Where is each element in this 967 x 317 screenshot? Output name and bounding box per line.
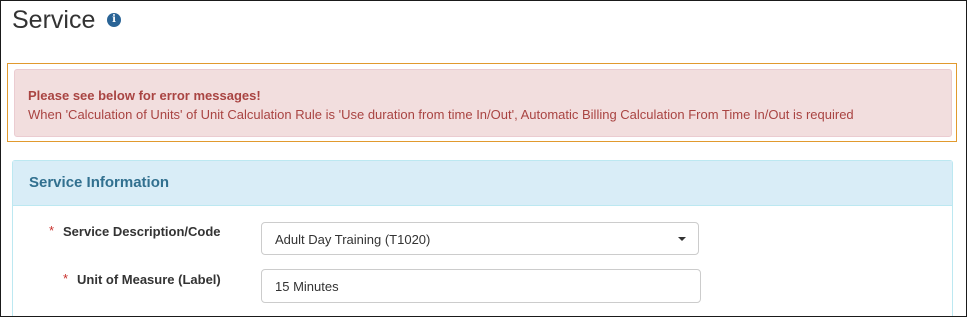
- page-frame: Service i Please see below for error mes…: [0, 0, 967, 317]
- chevron-down-icon: [678, 237, 686, 241]
- unit-of-measure-input[interactable]: [261, 269, 701, 303]
- error-alert: Please see below for error messages! Whe…: [14, 69, 952, 137]
- alert-title: Please see below for error messages!: [28, 88, 261, 103]
- required-marker: *: [49, 223, 55, 238]
- required-marker: *: [63, 271, 69, 286]
- panel-heading: Service Information: [13, 161, 952, 206]
- alert-message: When 'Calculation of Units' of Unit Calc…: [28, 107, 854, 122]
- panel-title: Service Information: [29, 174, 170, 191]
- unit-of-measure-label: Unit of Measure (Label): [77, 272, 221, 287]
- service-description-value: Adult Day Training (T1020): [275, 232, 431, 247]
- service-description-label: Service Description/Code: [63, 224, 221, 239]
- page-title: Service: [12, 6, 96, 34]
- service-description-select[interactable]: Adult Day Training (T1020): [261, 222, 699, 255]
- info-circle-icon[interactable]: i: [107, 13, 121, 27]
